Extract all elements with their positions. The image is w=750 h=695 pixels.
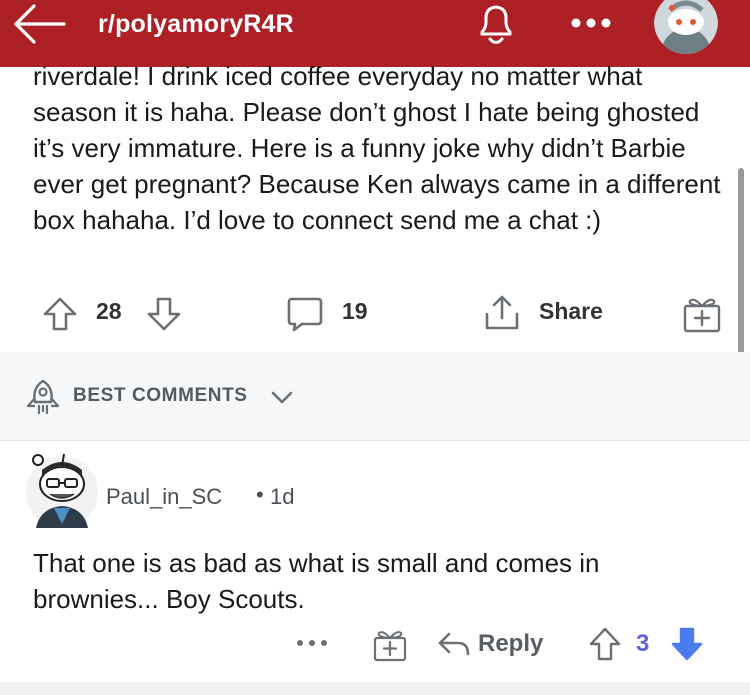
share-button[interactable]: Share [539, 298, 603, 325]
award-gift-icon[interactable] [682, 295, 722, 333]
comment-award-icon[interactable] [372, 628, 408, 662]
comment-author[interactable]: Paul_in_SC [106, 484, 222, 510]
subreddit-title[interactable]: r/polyamoryR4R [98, 10, 294, 39]
post-body: riverdale! I drink iced coffee everyday … [33, 61, 721, 235]
comment-separator-band [0, 682, 750, 695]
reply-icon[interactable] [436, 628, 472, 660]
back-arrow-icon[interactable] [12, 2, 68, 46]
commenter-avatar[interactable] [20, 446, 106, 530]
comment-body: That one is as bad as what is small and … [33, 548, 600, 614]
bell-icon[interactable] [472, 2, 520, 48]
downvote-icon[interactable] [146, 296, 182, 332]
divider [0, 440, 750, 441]
sort-label[interactable]: BEST COMMENTS [73, 385, 248, 407]
upvote-icon[interactable] [42, 296, 78, 332]
reply-button[interactable]: Reply [478, 630, 543, 658]
meta-separator: • [256, 482, 264, 507]
comment-more-icon[interactable] [294, 636, 330, 650]
comment-upvote-icon[interactable] [588, 626, 622, 662]
comment-downvote-icon[interactable] [670, 626, 704, 662]
comment-icon[interactable] [286, 295, 324, 333]
chevron-down-icon[interactable] [268, 385, 296, 409]
scrollbar[interactable] [738, 168, 744, 358]
more-options-icon[interactable] [570, 16, 612, 30]
share-icon[interactable] [482, 294, 522, 332]
rocket-icon[interactable] [24, 378, 62, 416]
comment-age: 1d [270, 484, 295, 509]
post-score: 28 [96, 298, 122, 324]
comment-count[interactable]: 19 [342, 298, 368, 325]
comment-score: 3 [636, 630, 650, 657]
